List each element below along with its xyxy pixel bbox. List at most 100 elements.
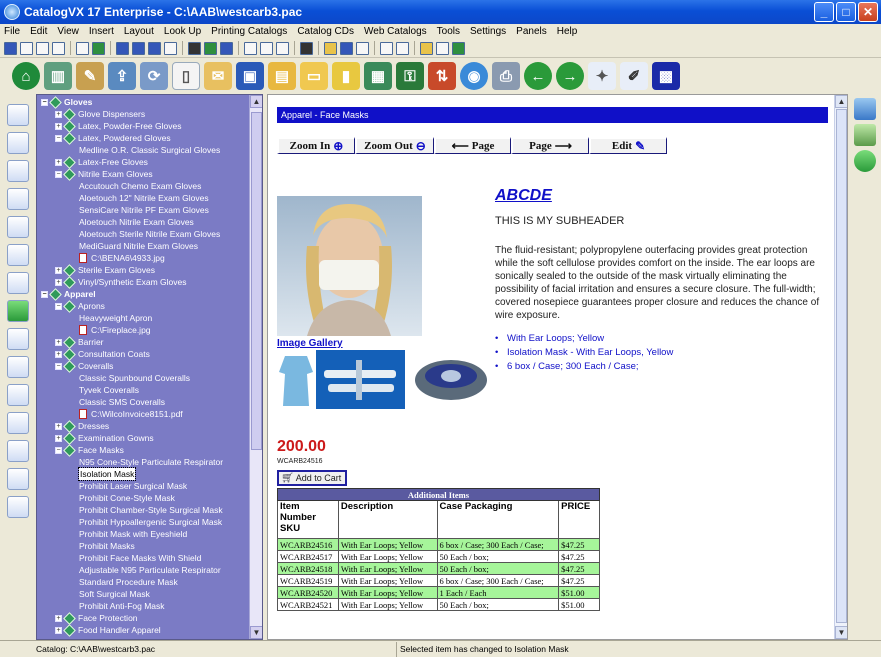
gallery-thumb-device[interactable] bbox=[407, 350, 494, 409]
transfer-icon[interactable]: ⇅ bbox=[428, 62, 456, 90]
tree-node[interactable]: Aloetouch 12" Nitrile Exam Gloves bbox=[37, 192, 249, 204]
cd-icon[interactable]: ◉ bbox=[460, 62, 488, 90]
list-icon[interactable] bbox=[164, 41, 177, 55]
maximize-button[interactable]: □ bbox=[836, 2, 856, 22]
window-icon[interactable] bbox=[7, 496, 29, 518]
tree-node[interactable]: − Aprons bbox=[37, 299, 249, 313]
tree-node[interactable]: Soft Surgical Mask bbox=[37, 588, 249, 600]
tree-node[interactable]: Medline O.R. Classic Surgical Gloves bbox=[37, 144, 249, 156]
grid-icon[interactable] bbox=[116, 41, 129, 55]
menu-catalog-cds[interactable]: Catalog CDs bbox=[297, 26, 354, 37]
home-icon[interactable]: ⌂ bbox=[12, 62, 40, 90]
globe-icon[interactable] bbox=[92, 41, 105, 55]
marker-icon[interactable]: ✐ bbox=[620, 62, 648, 90]
menu-edit[interactable]: Edit bbox=[30, 26, 47, 37]
collapse-icon[interactable]: − bbox=[55, 362, 62, 370]
table-row[interactable]: WCARB24516 With Ear Loops; Yellow 6 box … bbox=[277, 538, 600, 551]
tree-node[interactable]: − Apparel bbox=[37, 287, 249, 301]
tree-node[interactable]: Prohibit Hypoallergenic Surgical Mask bbox=[37, 516, 249, 528]
gallery-thumb-syringe[interactable] bbox=[316, 350, 405, 409]
forward-arrow-icon[interactable]: → bbox=[556, 62, 584, 90]
lock-icon[interactable]: ⚿ bbox=[396, 62, 424, 90]
sort-icon[interactable] bbox=[7, 244, 29, 266]
collapse-icon[interactable]: − bbox=[55, 446, 62, 454]
tree-node[interactable]: MediGuard Nitrile Exam Gloves bbox=[37, 240, 249, 252]
tree-node[interactable]: + Dresses bbox=[37, 419, 249, 433]
product-title-link[interactable]: ABCDE bbox=[495, 187, 552, 205]
blank-document-icon[interactable]: ▯ bbox=[172, 62, 200, 90]
gallery-thumb-gown[interactable] bbox=[277, 350, 315, 409]
scroll-thumb[interactable] bbox=[836, 109, 847, 623]
tree-node[interactable]: + Sterile Exam Gloves bbox=[37, 263, 249, 277]
tree-node[interactable]: Isolation Mask bbox=[37, 467, 249, 481]
menu-view[interactable]: View bbox=[57, 26, 79, 37]
check-icon[interactable] bbox=[436, 41, 449, 55]
import-icon[interactable]: ✉ bbox=[204, 62, 232, 90]
menu-printing-catalogs[interactable]: Printing Catalogs bbox=[211, 26, 287, 37]
tree-node[interactable]: Prohibit Cone-Style Mask bbox=[37, 492, 249, 504]
scroll-down-arrow[interactable]: ▼ bbox=[250, 626, 262, 639]
scroll-thumb[interactable] bbox=[251, 112, 262, 450]
paste-icon[interactable] bbox=[260, 41, 273, 55]
tree-node[interactable]: + Examination Gowns bbox=[37, 431, 249, 445]
menu-file[interactable]: File bbox=[4, 26, 20, 37]
move-up-icon[interactable] bbox=[7, 160, 29, 182]
page-icon[interactable] bbox=[276, 41, 289, 55]
new-icon[interactable] bbox=[4, 41, 17, 55]
pen-icon[interactable] bbox=[300, 41, 313, 55]
calendar-icon[interactable]: ▩ bbox=[652, 62, 680, 90]
table-row[interactable]: WCARB24519 With Ear Loops; Yellow 6 box … bbox=[277, 574, 600, 587]
tree-node[interactable]: Aloetouch Nitrile Exam Gloves bbox=[37, 216, 249, 228]
tree-node[interactable]: C:\BENA6\4933.jpg bbox=[37, 252, 249, 264]
layout-icon[interactable] bbox=[148, 41, 161, 55]
link-icon[interactable] bbox=[853, 150, 876, 172]
disk-icon[interactable]: ▣ bbox=[236, 62, 264, 90]
tree-node[interactable]: − Latex, Powdered Gloves bbox=[37, 131, 249, 145]
tree-node[interactable]: Prohibit Anti-Fog Mask bbox=[37, 600, 249, 612]
menu-help[interactable]: Help bbox=[557, 26, 578, 37]
expand-icon[interactable]: + bbox=[55, 122, 62, 130]
hierarchy-icon[interactable] bbox=[7, 440, 29, 462]
tree-node[interactable]: Prohibit Laser Surgical Mask bbox=[37, 480, 249, 492]
scroll-up-arrow[interactable]: ▲ bbox=[250, 95, 262, 108]
tree-node[interactable]: − Face Masks bbox=[37, 443, 249, 457]
tools-icon[interactable]: ✎ bbox=[76, 62, 104, 90]
rows-icon[interactable] bbox=[188, 41, 201, 55]
tree-node[interactable]: − Nitrile Exam Gloves bbox=[37, 167, 249, 181]
tree-node[interactable]: Accutouch Chemo Exam Gloves bbox=[37, 180, 249, 192]
tree-node[interactable]: − Coveralls bbox=[37, 359, 249, 373]
table-row[interactable]: WCARB24520 With Ear Loops; Yellow 1 Each… bbox=[277, 586, 600, 599]
picture-icon[interactable] bbox=[853, 124, 876, 146]
tree-node[interactable]: N95 Cone-Style Particulate Respirator bbox=[37, 456, 249, 468]
expand-icon[interactable]: + bbox=[55, 338, 62, 346]
expand-icon[interactable]: + bbox=[55, 350, 62, 358]
back-arrow-icon[interactable]: ← bbox=[524, 62, 552, 90]
tree-node[interactable]: + Vinyl/Synthetic Exam Gloves bbox=[37, 275, 249, 289]
tree-node[interactable]: Standard Procedure Mask bbox=[37, 576, 249, 588]
network-icon[interactable] bbox=[452, 41, 465, 55]
product-image[interactable] bbox=[277, 196, 422, 336]
page-scrollbar[interactable]: ▲ ▼ bbox=[834, 95, 847, 639]
expand-icon[interactable]: + bbox=[55, 422, 62, 430]
feature-item[interactable]: With Ear Loops; Yellow bbox=[495, 332, 673, 346]
tree-node[interactable]: + Food Handler Apparel bbox=[37, 623, 249, 637]
tree-node[interactable]: Tyvek Coveralls bbox=[37, 384, 249, 396]
save-icon[interactable] bbox=[340, 41, 353, 55]
scroll-up-arrow[interactable]: ▲ bbox=[835, 95, 847, 108]
menu-panels[interactable]: Panels bbox=[516, 26, 547, 37]
magnify-icon[interactable] bbox=[7, 188, 29, 210]
books-icon[interactable]: ▥ bbox=[44, 62, 72, 90]
document-icon[interactable] bbox=[20, 41, 33, 55]
table-icon[interactable] bbox=[132, 41, 145, 55]
collapse-icon[interactable]: − bbox=[41, 290, 48, 298]
open-folder-icon[interactable] bbox=[324, 41, 337, 55]
expand-icon[interactable]: + bbox=[55, 266, 62, 274]
tree-node[interactable]: Prohibit Mask with Eyeshield bbox=[37, 528, 249, 540]
tree-node[interactable]: + Latex-Free Gloves bbox=[37, 155, 249, 169]
expand-icon[interactable]: + bbox=[55, 158, 62, 166]
chart-icon[interactable] bbox=[7, 412, 29, 434]
report-icon[interactable] bbox=[7, 356, 29, 378]
tree-node[interactable]: Aloetouch Sterile Nitrile Exam Gloves bbox=[37, 228, 249, 240]
monitor-icon[interactable] bbox=[853, 98, 876, 120]
tree-node[interactable]: Heavyweight Apron bbox=[37, 312, 249, 324]
